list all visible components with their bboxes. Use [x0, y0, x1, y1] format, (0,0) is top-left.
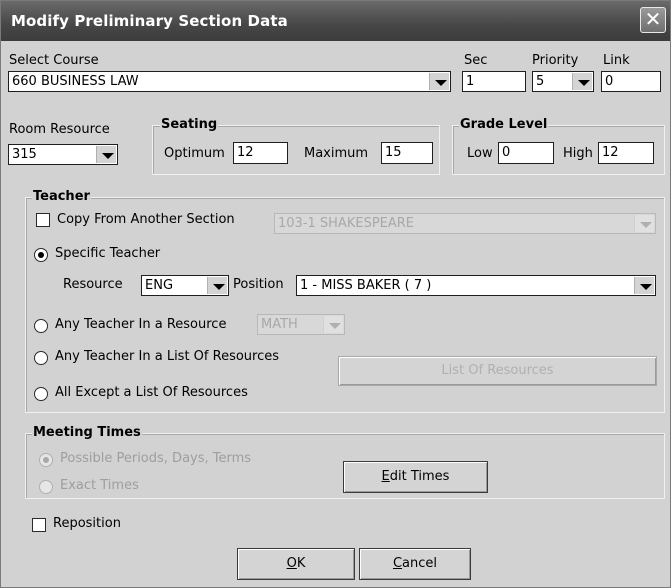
copy-from-section-checkbox[interactable]	[36, 213, 50, 227]
copy-from-section-label: Copy From Another Section	[57, 212, 235, 227]
copy-section-value: 103-1 SHAKESPEARE	[278, 216, 415, 231]
link-input[interactable]: 0	[601, 71, 661, 92]
seating-title: Seating	[160, 117, 219, 132]
all-except-list-radio[interactable]	[34, 387, 48, 401]
all-except-list-label: All Except a List Of Resources	[55, 385, 248, 400]
maximum-label: Maximum	[304, 146, 369, 161]
priority-label: Priority	[532, 53, 579, 68]
chevron-down-icon[interactable]	[429, 73, 449, 90]
any-teacher-resource-label: Any Teacher In a Resource	[55, 317, 227, 332]
chevron-down-icon[interactable]	[634, 277, 654, 294]
grade-high-input[interactable]: 12	[598, 142, 654, 164]
grade-low-input[interactable]: 0	[498, 142, 554, 164]
window-title: Modify Preliminary Section Data	[11, 12, 288, 30]
teacher-title: Teacher	[32, 189, 91, 204]
grade-low-label: Low	[467, 146, 493, 161]
possible-periods-radio[interactable]	[39, 453, 53, 467]
sec-input[interactable]: 1	[462, 71, 526, 92]
grade-high-label: High	[563, 146, 593, 161]
grade-level-title: Grade Level	[459, 117, 549, 132]
room-resource-label: Room Resource	[9, 122, 110, 137]
select-course-label: Select Course	[9, 53, 99, 68]
position-value: 1 - MISS BAKER ( 7 )	[300, 278, 432, 293]
any-resource-dropdown[interactable]: MATH	[257, 314, 345, 335]
chevron-down-icon[interactable]	[634, 215, 654, 232]
cancel-label: Cancel	[392, 556, 438, 571]
list-of-resources-label: List Of Resources	[441, 363, 554, 378]
close-icon[interactable]: ✕	[640, 7, 666, 33]
link-label: Link	[603, 53, 630, 68]
optimum-input[interactable]: 12	[233, 142, 288, 164]
specific-teacher-radio[interactable]	[34, 248, 48, 262]
exact-times-radio[interactable]	[39, 480, 53, 494]
position-label: Position	[233, 277, 284, 292]
priority-value: 5	[536, 74, 545, 89]
optimum-label: Optimum	[164, 146, 225, 161]
ok-label: OK	[286, 556, 306, 571]
reposition-label: Reposition	[53, 516, 121, 531]
copy-section-dropdown[interactable]: 103-1 SHAKESPEARE	[274, 213, 656, 234]
chevron-down-icon[interactable]	[96, 146, 116, 163]
any-teacher-list-label: Any Teacher In a List Of Resources	[55, 349, 280, 364]
priority-dropdown[interactable]: 5	[532, 71, 594, 92]
resource-dropdown[interactable]: ENG	[141, 275, 229, 296]
position-dropdown[interactable]: 1 - MISS BAKER ( 7 )	[296, 275, 656, 296]
meeting-times-title: Meeting Times	[32, 425, 142, 440]
chevron-down-icon[interactable]	[572, 73, 592, 90]
chevron-down-icon[interactable]	[207, 277, 227, 294]
cancel-button[interactable]: Cancel	[359, 548, 471, 580]
specific-teacher-label: Specific Teacher	[55, 246, 161, 261]
room-resource-dropdown[interactable]: 315	[8, 144, 118, 165]
select-course-value: 660 BUSINESS LAW	[12, 74, 139, 89]
any-teacher-resource-radio[interactable]	[34, 319, 48, 333]
list-of-resources-button[interactable]: List Of Resources	[338, 356, 657, 386]
reposition-checkbox[interactable]	[32, 518, 46, 532]
resource-value: ENG	[145, 278, 174, 293]
edit-times-button[interactable]: Edit Times	[343, 461, 488, 493]
dialog-window: Modify Preliminary Section Data ✕ Select…	[0, 0, 671, 588]
any-teacher-list-radio[interactable]	[34, 351, 48, 365]
ok-button[interactable]: OK	[237, 548, 355, 580]
any-resource-value: MATH	[261, 317, 298, 332]
maximum-input[interactable]: 15	[381, 142, 433, 164]
possible-periods-label: Possible Periods, Days, Terms	[60, 451, 252, 466]
select-course-dropdown[interactable]: 660 BUSINESS LAW	[8, 71, 451, 92]
title-bar[interactable]: Modify Preliminary Section Data ✕	[1, 1, 670, 41]
resource-label: Resource	[63, 277, 123, 292]
edit-times-label: Edit Times	[381, 469, 450, 484]
room-resource-value: 315	[12, 147, 37, 162]
exact-times-label: Exact Times	[60, 478, 139, 493]
sec-label: Sec	[464, 53, 488, 68]
chevron-down-icon[interactable]	[323, 316, 343, 333]
